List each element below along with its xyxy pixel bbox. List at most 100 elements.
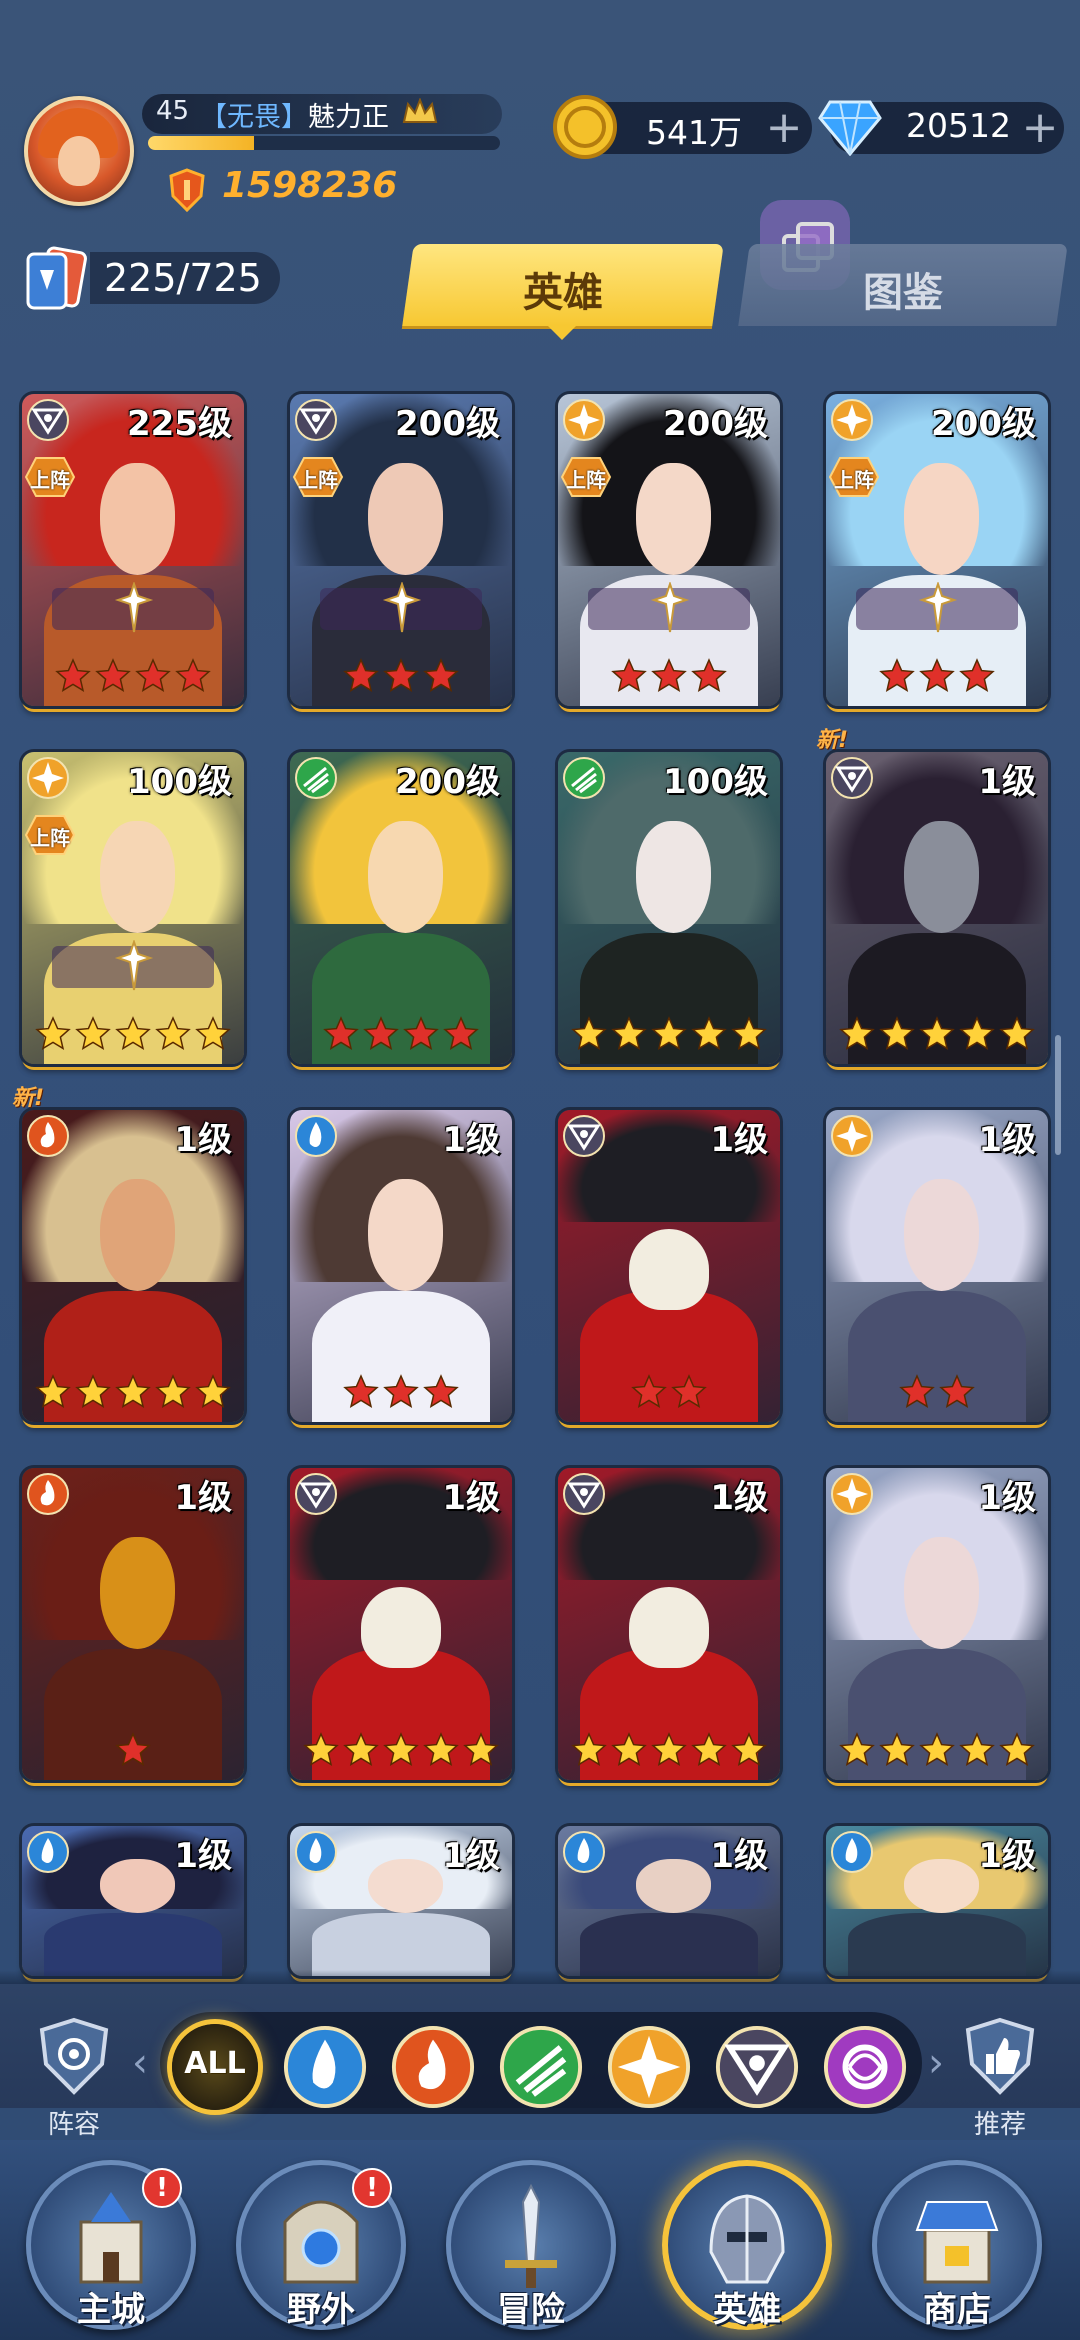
hero-card[interactable]: 1级 — [22, 1468, 244, 1780]
alert-icon: ! — [352, 2168, 392, 2208]
hero-face — [367, 820, 444, 933]
shadow-faction-icon — [294, 1472, 338, 1516]
hero-card[interactable]: 1级 — [826, 1110, 1048, 1422]
player-level: 45 — [156, 96, 190, 126]
star-icon — [999, 1732, 1035, 1766]
star-rating — [558, 658, 780, 698]
grid-scrollbar[interactable] — [1055, 1035, 1061, 1155]
light-faction-icon[interactable] — [606, 2024, 692, 2110]
hero-card[interactable]: 200级 上阵 — [826, 394, 1048, 706]
hero-level: 1级 — [710, 1120, 768, 1160]
hero-level: 1级 — [978, 1836, 1036, 1876]
star-icon — [423, 1732, 459, 1766]
nature-faction-icon — [562, 756, 606, 800]
water-faction-icon — [294, 1830, 338, 1874]
add-gems-plus-icon[interactable]: + — [1020, 106, 1060, 150]
nav-icon — [481, 2182, 581, 2292]
power-icon — [169, 168, 205, 212]
water-faction-icon — [294, 1114, 338, 1158]
hero-card[interactable]: 100级 上阵 — [22, 752, 244, 1064]
water-faction-icon — [830, 1830, 874, 1874]
fire-faction-icon[interactable] — [390, 2024, 476, 2110]
add-gold-plus-icon[interactable]: + — [764, 106, 804, 150]
star-icon — [303, 1732, 339, 1766]
hero-level: 1级 — [978, 1120, 1036, 1160]
hero-face — [903, 1859, 980, 1913]
star-icon — [175, 658, 211, 692]
equipment-sword-icon — [382, 580, 422, 634]
hero-body — [848, 1913, 1026, 1976]
nav-icon — [907, 2182, 1007, 2292]
nav-label: 英雄 — [713, 2290, 781, 2330]
lineup-label: 阵容 — [47, 2110, 100, 2140]
star-rating — [22, 1016, 244, 1056]
water-faction-icon[interactable] — [282, 2024, 368, 2110]
hero-face — [903, 820, 980, 933]
hero-level: 200级 — [395, 404, 500, 444]
hero-level: 200级 — [663, 404, 768, 444]
star-icon — [839, 1016, 875, 1050]
hero-face — [99, 820, 176, 933]
star-rating — [290, 1374, 512, 1414]
star-icon — [939, 1374, 975, 1408]
shadow-faction-icon — [562, 1114, 606, 1158]
shadow-faction-icon — [830, 756, 874, 800]
player-avatar[interactable] — [24, 96, 134, 206]
star-icon — [611, 1732, 647, 1766]
star-icon — [651, 1016, 687, 1050]
hero-card[interactable]: 200级 上阵 — [558, 394, 780, 706]
star-icon — [35, 1016, 71, 1050]
player-name[interactable]: 【无畏】魅力正 — [200, 95, 389, 134]
hero-card[interactable]: 1级 — [826, 752, 1048, 1064]
deploy-label: 上阵 — [834, 468, 874, 492]
hero-card[interactable]: 1级 — [558, 1826, 780, 1976]
hero-card[interactable]: 225级 上阵 — [22, 394, 244, 706]
equipment-sword-icon — [114, 580, 154, 634]
star-icon — [959, 1732, 995, 1766]
shadow-faction-icon[interactable] — [714, 2024, 800, 2110]
hero-card[interactable]: 200级 上阵 — [290, 394, 512, 706]
hero-card[interactable]: 1级 — [558, 1468, 780, 1780]
hero-card[interactable]: 1级 — [558, 1110, 780, 1422]
adventure-sword-icon — [505, 2183, 557, 2288]
hero-card[interactable]: 100级 — [558, 752, 780, 1064]
star-icon — [731, 1016, 767, 1050]
roster-count: 225/725 — [104, 256, 262, 300]
avatar-face — [58, 136, 100, 186]
star-icon — [343, 1374, 379, 1408]
star-icon — [611, 1016, 647, 1050]
hero-level: 200级 — [395, 762, 500, 802]
hero-card[interactable]: 1级 — [826, 1826, 1048, 1976]
shop-stall-icon — [915, 2201, 999, 2284]
fire-faction-icon — [26, 1472, 70, 1516]
hero-card[interactable]: 200级 — [290, 752, 512, 1064]
hero-level: 1级 — [174, 1836, 232, 1876]
hero-card[interactable]: 1级 — [826, 1468, 1048, 1780]
hero-face — [629, 1228, 709, 1310]
nav-label: 商店 — [923, 2290, 991, 2330]
recommend-thumb-icon[interactable] — [960, 2016, 1040, 2096]
hero-card[interactable]: 1级 — [290, 1468, 512, 1780]
lineup-shield-icon[interactable] — [34, 2016, 114, 2096]
star-rating — [290, 1732, 512, 1772]
hero-card[interactable]: 1级 — [290, 1110, 512, 1422]
hero-face — [903, 1178, 980, 1291]
star-icon — [839, 1732, 875, 1766]
star-rating — [558, 1732, 780, 1772]
hero-face — [635, 462, 712, 575]
star-icon — [879, 658, 915, 692]
light-faction-icon — [562, 398, 606, 442]
star-icon — [919, 1732, 955, 1766]
arcane-faction-icon[interactable] — [822, 2024, 908, 2110]
nature-faction-icon[interactable] — [498, 2024, 584, 2110]
hero-card[interactable]: 1级 — [22, 1110, 244, 1422]
water-faction-icon — [562, 1830, 606, 1874]
star-icon — [195, 1374, 231, 1408]
hero-cards-icon — [26, 246, 87, 310]
hero-face — [367, 1178, 444, 1291]
hero-card[interactable]: 1级 — [22, 1826, 244, 1976]
star-icon — [155, 1374, 191, 1408]
hero-card[interactable]: 1级 — [290, 1826, 512, 1976]
hero-level: 1级 — [174, 1478, 232, 1518]
star-icon — [35, 1374, 71, 1408]
